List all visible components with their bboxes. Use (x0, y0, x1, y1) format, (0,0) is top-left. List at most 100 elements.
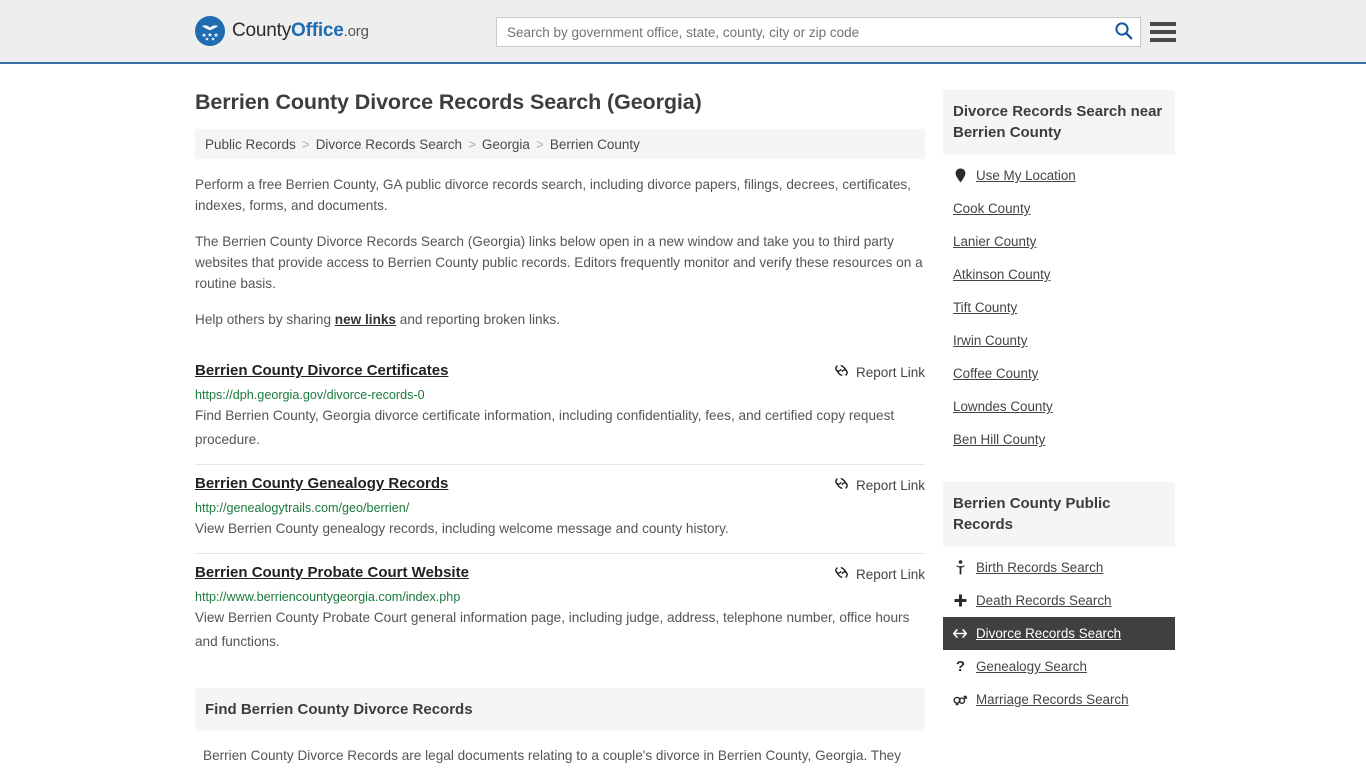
new-links-link[interactable]: new links (335, 312, 396, 327)
gender-symbols-icon (953, 693, 967, 706)
intro-paragraph-1: Perform a free Berrien County, GA public… (195, 177, 912, 213)
county-link[interactable]: Lowndes County (953, 399, 1053, 414)
left-right-arrow-icon (953, 628, 967, 639)
baby-icon (953, 560, 967, 575)
broken-link-icon (834, 363, 849, 381)
result-description: View Berrien County Probate Court genera… (195, 610, 910, 649)
county-link[interactable]: Coffee County (953, 366, 1038, 381)
result-description: Find Berrien County, Georgia divorce cer… (195, 408, 895, 447)
nearby-counties-list: Use My Location Cook County Lanier Count… (943, 155, 1175, 456)
breadcrumb-separator: > (301, 136, 310, 152)
site-logo[interactable]: CountyOffice.org (195, 16, 369, 46)
sidebar-item-cook-county[interactable]: Cook County (943, 192, 1175, 225)
site-header: CountyOffice.org (0, 0, 1366, 64)
result-url[interactable]: https://dph.georgia.gov/divorce-records-… (195, 388, 925, 402)
report-link-button[interactable]: Report Link (834, 363, 925, 381)
sidebar-item-lowndes-county[interactable]: Lowndes County (943, 390, 1175, 423)
question-mark-icon: ? (953, 659, 967, 674)
divorce-records-search-link[interactable]: Divorce Records Search (976, 626, 1121, 641)
result-title-link[interactable]: Berrien County Divorce Certificates (195, 362, 448, 379)
hamburger-menu-icon (1150, 22, 1176, 26)
sidebar-item-genealogy-search[interactable]: ? Genealogy Search (943, 650, 1175, 683)
use-my-location-link[interactable]: Use My Location (976, 168, 1076, 183)
sidebar-item-coffee-county[interactable]: Coffee County (943, 357, 1175, 390)
brand-part-county: County (232, 20, 292, 41)
broken-link-icon (834, 476, 849, 494)
result-header: Berrien County Divorce Certificates Repo… (195, 362, 925, 381)
share-suffix: and reporting broken links. (396, 312, 560, 327)
breadcrumb-separator: > (535, 136, 544, 152)
report-link-button[interactable]: Report Link (834, 476, 925, 494)
sidebar-item-tift-county[interactable]: Tift County (943, 291, 1175, 324)
sidebar-item-irwin-county[interactable]: Irwin County (943, 324, 1175, 357)
breadcrumb-item-georgia[interactable]: Georgia (482, 137, 530, 152)
result-url[interactable]: http://www.berriencountygeorgia.com/inde… (195, 590, 925, 604)
sidebar-item-death-records-search[interactable]: Death Records Search (943, 584, 1175, 617)
result-title-link[interactable]: Berrien County Probate Court Website (195, 564, 469, 581)
map-pin-icon (953, 168, 967, 183)
search-button[interactable] (1106, 18, 1140, 46)
brand-part-office: Office (291, 20, 344, 41)
county-link[interactable]: Cook County (953, 201, 1030, 216)
public-records-heading: Berrien County Public Records (943, 482, 1175, 547)
share-prefix: Help others by sharing (195, 312, 335, 327)
svg-text:?: ? (955, 659, 964, 674)
nearby-counties-card: Divorce Records Search near Berrien Coun… (943, 90, 1175, 456)
broken-link-icon (834, 565, 849, 583)
find-records-heading: Find Berrien County Divorce Records (195, 688, 925, 731)
death-records-search-link[interactable]: Death Records Search (976, 593, 1111, 608)
report-link-label: Report Link (855, 364, 925, 380)
results-list: Berrien County Divorce Certificates Repo… (195, 352, 925, 654)
find-records-body: Berrien County Divorce Records are legal… (203, 748, 901, 763)
public-records-list: Birth Records Search Death Records Searc… (943, 547, 1175, 716)
result-header: Berrien County Probate Court Website Rep… (195, 564, 925, 583)
hamburger-menu-icon-bar2 (1150, 30, 1176, 34)
sidebar-item-ben-hill-county[interactable]: Ben Hill County (943, 423, 1175, 456)
result-item: Berrien County Genealogy Records Report … (195, 464, 925, 541)
result-url[interactable]: http://genealogytrails.com/geo/berrien/ (195, 501, 925, 515)
report-link-button[interactable]: Report Link (834, 565, 925, 583)
sidebar-item-marriage-records-search[interactable]: Marriage Records Search (943, 683, 1175, 716)
main-content: Berrien County Divorce Records Search (G… (195, 64, 925, 768)
page-title: Berrien County Divorce Records Search (G… (195, 90, 702, 114)
sidebar-item-atkinson-county[interactable]: Atkinson County (943, 258, 1175, 291)
result-item: Berrien County Divorce Certificates Repo… (195, 352, 925, 452)
result-description: View Berrien County genealogy records, i… (195, 521, 729, 536)
hamburger-menu-icon-bar3 (1150, 38, 1176, 42)
search-bar (496, 17, 1141, 47)
sidebar: Divorce Records Search near Berrien Coun… (943, 64, 1175, 768)
county-link[interactable]: Atkinson County (953, 267, 1051, 282)
breadcrumb-separator: > (468, 136, 476, 152)
public-records-card: Berrien County Public Records Birth Reco… (943, 482, 1175, 716)
result-item: Berrien County Probate Court Website Rep… (195, 553, 925, 654)
result-header: Berrien County Genealogy Records Report … (195, 475, 925, 494)
breadcrumb: Public Records > Divorce Records Search … (195, 129, 925, 159)
share-links-paragraph: Help others by sharing new links and rep… (195, 309, 925, 330)
county-link[interactable]: Tift County (953, 300, 1017, 315)
county-link[interactable]: Lanier County (953, 234, 1036, 249)
sidebar-item-lanier-county[interactable]: Lanier County (943, 225, 1175, 258)
breadcrumb-item-divorce-records-search[interactable]: Divorce Records Search (316, 137, 462, 152)
birth-records-search-link[interactable]: Birth Records Search (976, 560, 1103, 575)
breadcrumb-item-public-records[interactable]: Public Records (205, 137, 296, 152)
search-icon (1114, 21, 1133, 43)
brand-wordmark: CountyOffice.org (232, 20, 369, 42)
county-link[interactable]: Ben Hill County (953, 432, 1045, 447)
report-link-label: Report Link (855, 477, 925, 493)
brand-part-org: .org (343, 23, 369, 40)
breadcrumb-item-berrien-county[interactable]: Berrien County (550, 137, 640, 152)
sidebar-item-use-my-location[interactable]: Use My Location (943, 159, 1175, 192)
sidebar-item-divorce-records-search[interactable]: Divorce Records Search (943, 617, 1175, 650)
page-container: Berrien County Divorce Records Search (G… (0, 64, 1366, 768)
county-link[interactable]: Irwin County (953, 333, 1027, 348)
result-title-link[interactable]: Berrien County Genealogy Records (195, 475, 448, 492)
search-input[interactable] (497, 18, 1106, 46)
cross-icon (953, 594, 967, 607)
nearby-counties-heading: Divorce Records Search near Berrien Coun… (943, 90, 1175, 155)
sidebar-item-birth-records-search[interactable]: Birth Records Search (943, 551, 1175, 584)
hamburger-menu-button[interactable] (1150, 19, 1176, 45)
eagle-logo-icon (195, 16, 225, 46)
genealogy-search-link[interactable]: Genealogy Search (976, 659, 1087, 674)
marriage-records-search-link[interactable]: Marriage Records Search (976, 692, 1129, 707)
report-link-label: Report Link (855, 566, 925, 582)
